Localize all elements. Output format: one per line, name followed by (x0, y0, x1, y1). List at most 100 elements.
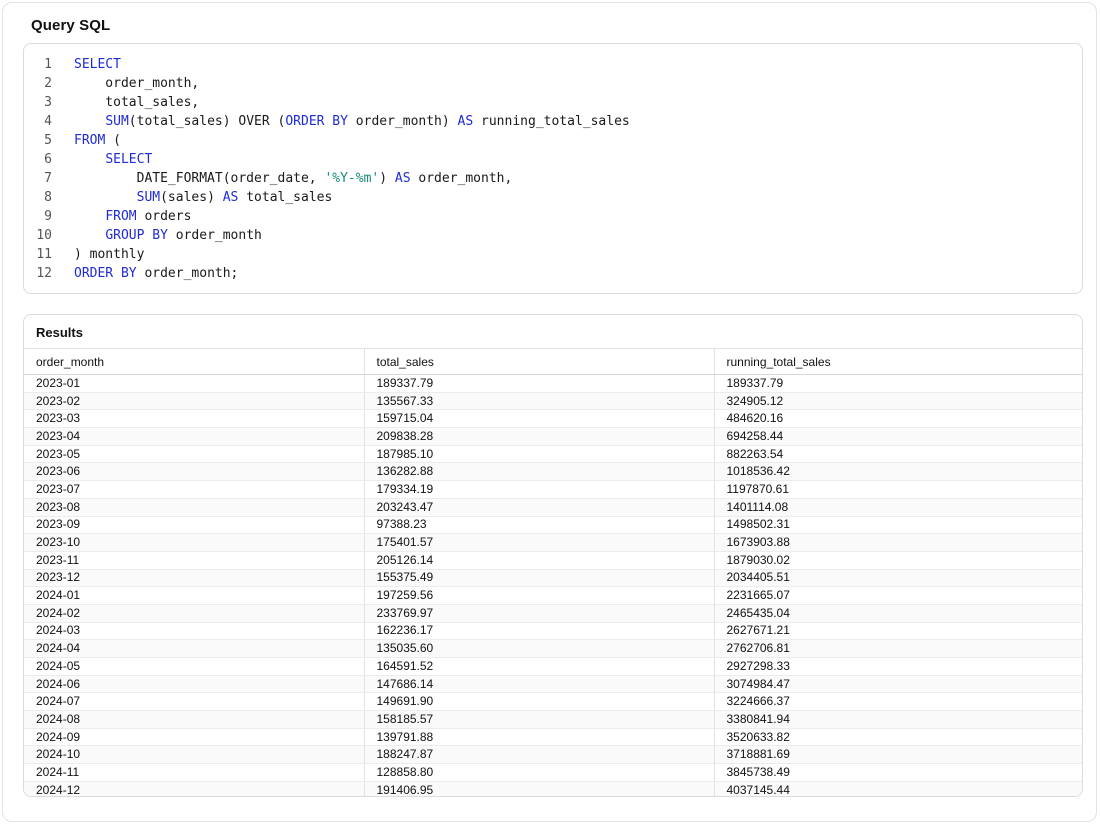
table-row[interactable]: 2024-04 135035.60 2762706.81 (24, 639, 1082, 658)
sql-code-editor[interactable]: 1 SELECT 2 order_month, 3 total_sales, 4 SUM… (23, 43, 1083, 294)
cell-total-sales: 135567.33 (363, 392, 714, 411)
cell-total-sales: 97388.23 (363, 516, 714, 535)
sql-token: total_sales (238, 190, 333, 205)
sql-token: order_month) (347, 114, 458, 129)
cell-total-sales: 162236.17 (363, 622, 714, 641)
results-panel: Results order_month total_sales running_… (23, 314, 1083, 797)
table-row[interactable]: 2023-10 175401.57 1673903.88 (24, 533, 1082, 552)
table-row[interactable]: 2024-09 139791.88 3520633.82 (24, 728, 1082, 747)
sql-token: ( (105, 133, 121, 148)
results-title: Results (36, 325, 83, 340)
cell-order-month: 2023-08 (24, 498, 364, 517)
table-row[interactable]: 2023-02 135567.33 324905.12 (24, 392, 1082, 411)
code-line: 11 ) monthly (24, 245, 1082, 264)
query-panel: Query SQL 1 SELECT 2 order_month, 3 total_s… (2, 2, 1097, 822)
code-line: 9 FROM orders (24, 207, 1082, 226)
cell-running-total-sales: 1673903.88 (713, 533, 1082, 552)
line-number: 3 (44, 95, 52, 110)
column-header-running-total-sales[interactable]: running_total_sales (713, 348, 1082, 375)
table-row[interactable]: 2024-12 191406.95 4037145.44 (24, 781, 1082, 796)
cell-total-sales: 158185.57 (363, 710, 714, 729)
cell-running-total-sales: 1197870.61 (713, 480, 1082, 499)
sql-token: order_month (167, 228, 262, 243)
code-text: total_sales, (74, 93, 199, 112)
sql-keyword: ORDER BY (285, 114, 348, 129)
code-text: SUM(sales) AS total_sales (74, 188, 333, 207)
cell-order-month: 2023-11 (24, 551, 364, 570)
table-row[interactable]: 2023-11 205126.14 1879030.02 (24, 551, 1082, 570)
sql-keyword: FROM (105, 209, 137, 224)
line-number: 12 (36, 266, 52, 281)
line-number: 1 (44, 57, 52, 72)
table-row[interactable]: 2024-07 149691.90 3224666.37 (24, 692, 1082, 712)
line-number: 6 (44, 152, 52, 167)
code-line: 5 FROM ( (24, 131, 1082, 150)
cell-total-sales: 175401.57 (363, 533, 714, 552)
line-number: 8 (44, 190, 52, 205)
cell-order-month: 2023-06 (24, 462, 364, 482)
code-line: 12 ORDER BY order_month; (24, 264, 1082, 283)
code-text: FROM ( (74, 131, 121, 150)
table-row[interactable]: 2023-09 97388.23 1498502.31 (24, 516, 1082, 535)
cell-running-total-sales: 2762706.81 (713, 639, 1082, 658)
cell-total-sales: 179334.19 (363, 480, 714, 499)
sql-token: ) (379, 171, 395, 186)
cell-order-month: 2024-10 (24, 745, 364, 765)
sql-keyword: ORDER BY (74, 266, 137, 281)
cell-order-month: 2023-05 (24, 445, 364, 464)
table-row[interactable]: 2023-08 203243.47 1401114.08 (24, 498, 1082, 517)
column-header-total-sales[interactable]: total_sales (363, 348, 714, 375)
cell-total-sales: 128858.80 (363, 763, 714, 782)
sql-keyword: AS (222, 190, 239, 205)
cell-total-sales: 205126.14 (363, 551, 714, 570)
cell-running-total-sales: 2034405.51 (713, 569, 1082, 588)
cell-total-sales: 139791.88 (363, 728, 714, 747)
cell-total-sales: 197259.56 (363, 586, 714, 605)
table-row[interactable]: 2024-08 158185.57 3380841.94 (24, 710, 1082, 729)
table-row[interactable]: 2023-01 189337.79 189337.79 (24, 374, 1082, 393)
table-row[interactable]: 2024-05 164591.52 2927298.33 (24, 657, 1082, 676)
line-number: 4 (44, 114, 52, 129)
cell-running-total-sales: 1879030.02 (713, 551, 1082, 570)
code-text: ORDER BY order_month; (74, 264, 238, 283)
code-line: 8 SUM(sales) AS total_sales (24, 188, 1082, 207)
cell-total-sales: 209838.28 (363, 427, 714, 446)
cell-order-month: 2023-09 (24, 516, 364, 535)
cell-running-total-sales: 324905.12 (713, 392, 1082, 411)
table-row[interactable]: 2023-06 136282.88 1018536.42 (24, 462, 1082, 482)
cell-running-total-sales: 3380841.94 (713, 710, 1082, 729)
results-table: order_month total_sales running_total_sa… (24, 348, 1082, 796)
cell-total-sales: 187985.10 (363, 445, 714, 464)
code-text: SUM(total_sales) OVER (ORDER BY order_mo… (74, 112, 629, 131)
cell-running-total-sales: 882263.54 (713, 445, 1082, 464)
table-row[interactable]: 2023-07 179334.19 1197870.61 (24, 480, 1082, 499)
table-row[interactable]: 2024-02 233769.97 2465435.04 (24, 604, 1082, 623)
line-number: 11 (36, 247, 52, 262)
table-row[interactable]: 2024-03 162236.17 2627671.21 (24, 622, 1082, 641)
code-lines: 1 SELECT 2 order_month, 3 total_sales, 4 SUM… (24, 55, 1082, 283)
table-row[interactable]: 2024-11 128858.80 3845738.49 (24, 763, 1082, 782)
cell-order-month: 2024-01 (24, 586, 364, 605)
code-text: SELECT (74, 55, 121, 74)
table-row[interactable]: 2024-01 197259.56 2231665.07 (24, 586, 1082, 605)
cell-running-total-sales: 484620.16 (713, 409, 1082, 429)
cell-total-sales: 159715.04 (363, 409, 714, 429)
cell-order-month: 2023-01 (24, 374, 364, 393)
table-row[interactable]: 2024-10 188247.87 3718881.69 (24, 745, 1082, 765)
cell-order-month: 2024-06 (24, 675, 364, 694)
cell-total-sales: 135035.60 (363, 639, 714, 658)
column-header-order-month[interactable]: order_month (24, 348, 364, 375)
table-row[interactable]: 2023-04 209838.28 694258.44 (24, 427, 1082, 446)
line-number: 5 (44, 133, 52, 148)
cell-order-month: 2024-07 (24, 692, 364, 712)
table-row[interactable]: 2023-12 155375.49 2034405.51 (24, 569, 1082, 588)
cell-running-total-sales: 3224666.37 (713, 692, 1082, 712)
table-row[interactable]: 2023-05 187985.10 882263.54 (24, 445, 1082, 464)
code-text: ) monthly (74, 245, 144, 264)
table-row[interactable]: 2024-06 147686.14 3074984.47 (24, 675, 1082, 694)
sql-token: ) monthly (74, 247, 145, 262)
table-row[interactable]: 2023-03 159715.04 484620.16 (24, 409, 1082, 429)
